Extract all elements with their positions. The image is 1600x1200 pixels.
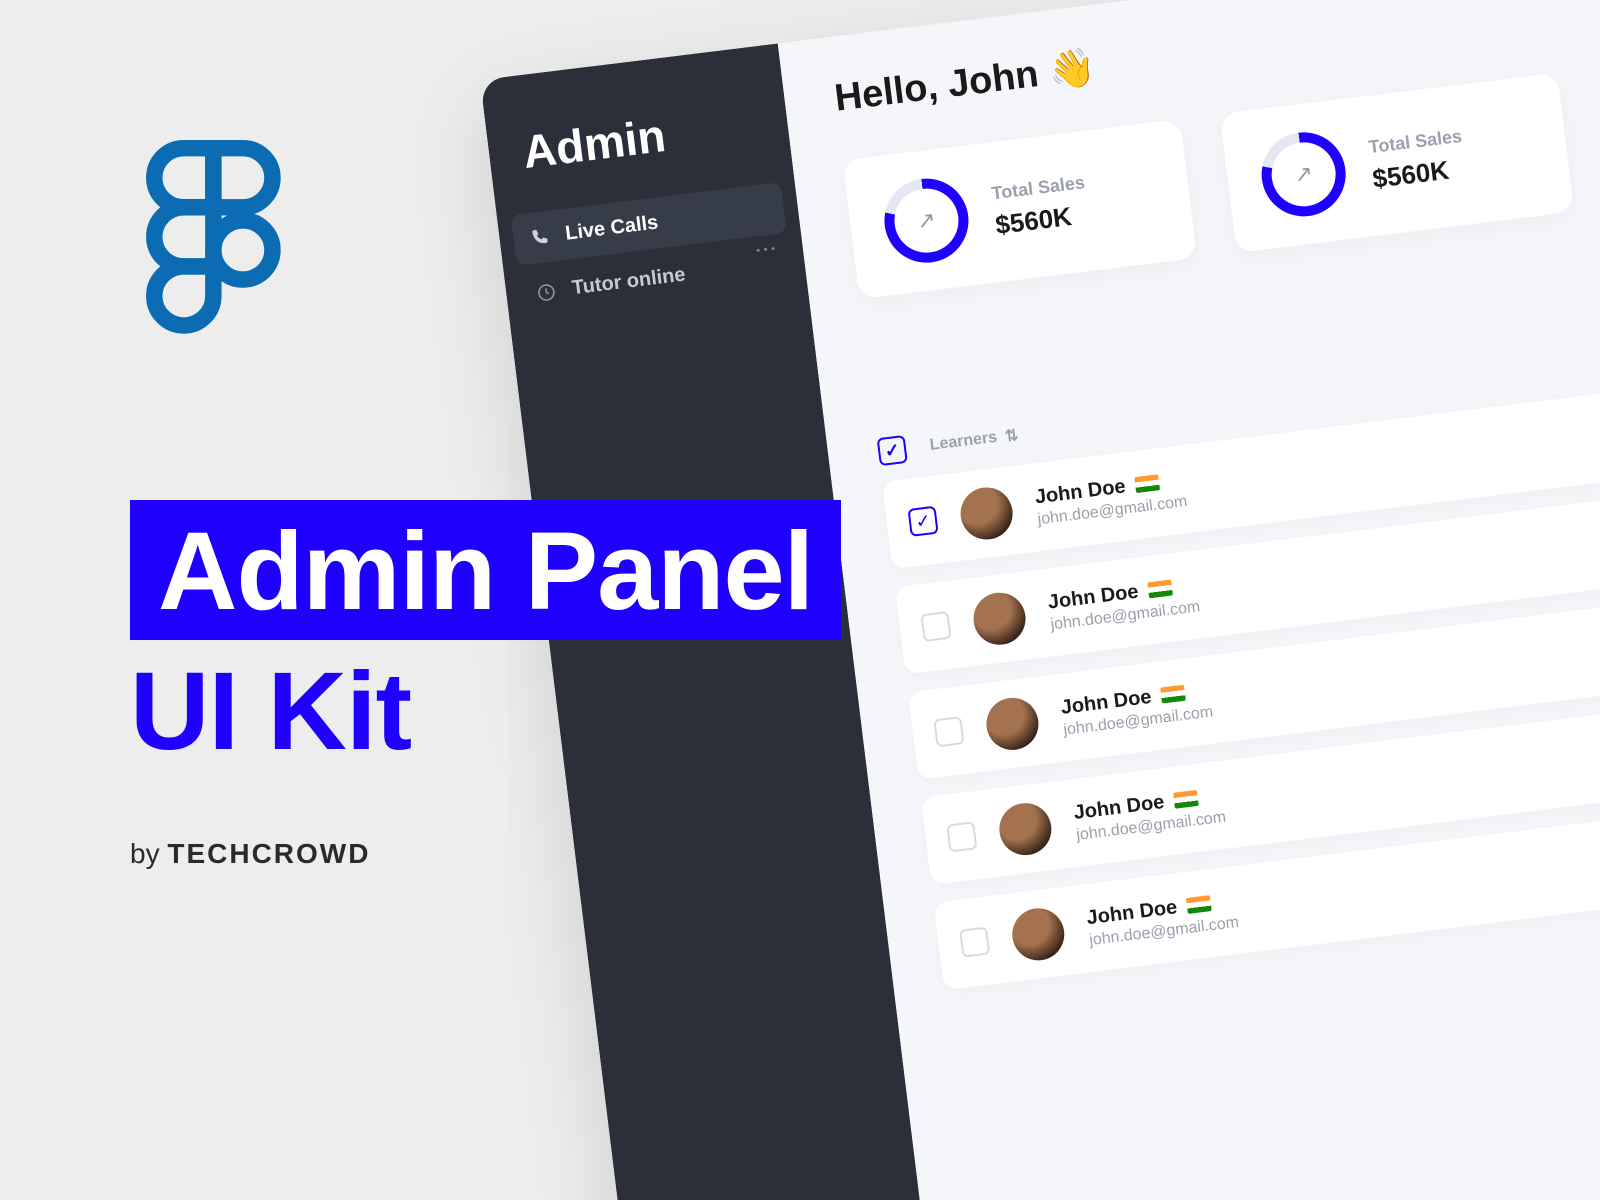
flag-india-icon — [1147, 579, 1173, 598]
avatar — [958, 485, 1016, 543]
avatar — [1009, 905, 1067, 963]
column-label: Learners — [929, 429, 998, 455]
row-checkbox[interactable] — [933, 716, 964, 747]
avatar — [971, 590, 1029, 648]
user-meta: John Doejohn.doe@gmail.com — [1047, 552, 1370, 634]
main-content: Hello, John 👋 ↗ Total Sales $560K ↗ Tota… — [778, 0, 1600, 1200]
progress-ring-icon: ↗ — [880, 174, 974, 268]
figma-logo-icon — [140, 140, 290, 365]
stat-card-total-sales-1[interactable]: ↗ Total Sales $560K — [843, 119, 1198, 299]
byline-brand: TECHCROWD — [167, 838, 370, 869]
progress-ring-icon: ↗ — [1257, 128, 1351, 222]
user-meta: John Doejohn.doe@gmail.com — [1085, 868, 1408, 950]
stat-value: $560K — [994, 199, 1091, 241]
row-checkbox[interactable] — [920, 611, 951, 642]
stat-value: $560K — [1371, 153, 1468, 195]
row-checkbox[interactable] — [946, 821, 977, 852]
flag-india-icon — [1134, 474, 1160, 493]
promo-title: Admin Panel UI Kit by TECHCROWD — [130, 500, 841, 870]
phone-icon — [528, 226, 550, 248]
stat-label: Total Sales — [1368, 126, 1464, 158]
promo-byline: by TECHCROWD — [130, 838, 841, 870]
byline-prefix: by — [130, 838, 167, 869]
stat-label: Total Sales — [990, 172, 1086, 204]
avatar — [983, 695, 1041, 753]
user-meta: John Doejohn.doe@gmail.com — [1034, 447, 1357, 529]
sort-icon: ⇅ — [1004, 425, 1020, 446]
arrow-up-right-icon: ↗ — [1293, 160, 1314, 188]
sidebar-item-label: Tutor online — [571, 264, 687, 301]
user-meta: John Doejohn.doe@gmail.com — [1059, 657, 1382, 739]
flag-india-icon — [1160, 685, 1186, 704]
promo-title-line2: UI Kit — [130, 646, 841, 778]
sidebar-item-label: Live Calls — [564, 211, 659, 245]
row-checkbox[interactable] — [959, 927, 990, 958]
clock-icon — [535, 281, 557, 303]
arrow-up-right-icon: ↗ — [916, 207, 937, 235]
avatar — [996, 800, 1054, 858]
flag-india-icon — [1173, 790, 1199, 809]
select-all-checkbox[interactable]: ✓ — [877, 435, 908, 466]
row-checkbox[interactable]: ✓ — [907, 506, 938, 537]
promo-title-line1: Admin Panel — [130, 500, 841, 640]
stat-card-total-sales-2[interactable]: ↗ Total Sales $560K — [1220, 73, 1575, 253]
flag-india-icon — [1186, 895, 1212, 914]
more-icon[interactable]: ⋮ — [752, 237, 781, 264]
user-meta: John Doejohn.doe@gmail.com — [1072, 763, 1395, 845]
